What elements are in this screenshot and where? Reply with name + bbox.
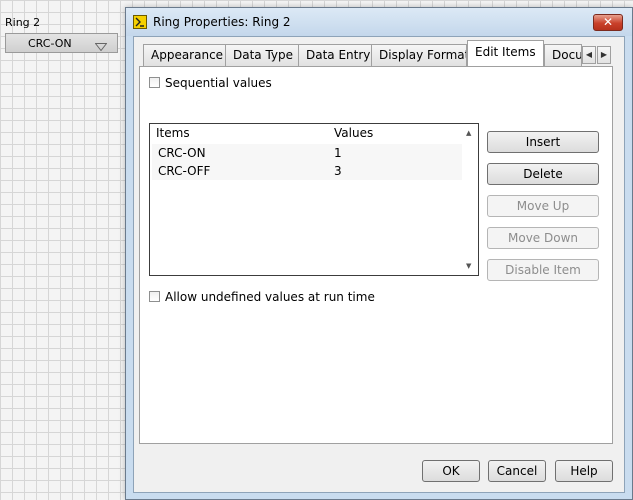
dialog-client-area: Appearance Data Type Data Entry Display … <box>133 36 625 493</box>
scroll-down-arrow-icon[interactable]: ▼ <box>466 262 471 270</box>
dialog-title: Ring Properties: Ring 2 <box>153 15 291 29</box>
allow-undefined-values-checkbox[interactable]: Allow undefined values at run time <box>149 290 375 304</box>
delete-button[interactable]: Delete <box>487 163 599 185</box>
tab-scroll-right-icon[interactable]: ▶ <box>597 46 611 64</box>
help-button[interactable]: Help <box>555 460 613 482</box>
item-name-cell[interactable]: CRC-ON <box>158 146 206 160</box>
move-up-button[interactable]: Move Up <box>487 195 599 217</box>
column-header-values[interactable]: Values <box>334 126 373 140</box>
ring-control[interactable]: CRC-ON <box>5 33 118 53</box>
list-row[interactable]: CRC-ON 1 <box>152 144 462 162</box>
tab-data-entry[interactable]: Data Entry <box>298 44 372 66</box>
items-list[interactable]: Items Values CRC-ON 1 CRC-OFF 3 ▲ ▼ <box>149 123 479 276</box>
column-header-items[interactable]: Items <box>156 126 190 140</box>
list-header: Items Values <box>150 124 462 142</box>
insert-button[interactable]: Insert <box>487 131 599 153</box>
checkbox-box[interactable] <box>149 291 160 302</box>
dropdown-triangle-icon <box>94 40 108 54</box>
tab-edit-items[interactable]: Edit Items <box>467 40 544 66</box>
allow-undefined-values-label: Allow undefined values at run time <box>165 290 375 304</box>
list-scrollbar[interactable]: ▲ ▼ <box>462 124 478 275</box>
edit-items-page: Sequential values Items Values CRC-ON 1 … <box>139 66 613 444</box>
tab-appearance[interactable]: Appearance <box>143 44 226 66</box>
labview-app-icon <box>133 15 147 29</box>
sequential-values-label: Sequential values <box>165 76 272 90</box>
tab-display-format[interactable]: Display Format <box>371 44 467 66</box>
item-value-cell[interactable]: 1 <box>334 146 342 160</box>
tab-documentation[interactable]: Docu <box>544 44 582 66</box>
tab-scroll-left-icon[interactable]: ◀ <box>582 46 596 64</box>
ring-properties-dialog: Ring Properties: Ring 2 ✕ Appearance Dat… <box>125 7 633 500</box>
cancel-button[interactable]: Cancel <box>488 460 546 482</box>
checkbox-box[interactable] <box>149 77 160 88</box>
sequential-values-checkbox[interactable]: Sequential values <box>149 76 272 90</box>
list-row[interactable]: CRC-OFF 3 <box>152 162 462 180</box>
close-button[interactable]: ✕ <box>593 14 623 31</box>
disable-item-button[interactable]: Disable Item <box>487 259 599 281</box>
move-down-button[interactable]: Move Down <box>487 227 599 249</box>
item-value-cell[interactable]: 3 <box>334 164 342 178</box>
tab-data-type[interactable]: Data Type <box>225 44 299 66</box>
ok-button[interactable]: OK <box>422 460 480 482</box>
scroll-up-arrow-icon[interactable]: ▲ <box>466 129 471 137</box>
dialog-titlebar[interactable]: Ring Properties: Ring 2 ✕ <box>126 8 632 36</box>
ring-control-value: CRC-ON <box>28 37 72 50</box>
item-name-cell[interactable]: CRC-OFF <box>158 164 210 178</box>
ring-control-label: Ring 2 <box>5 16 41 29</box>
